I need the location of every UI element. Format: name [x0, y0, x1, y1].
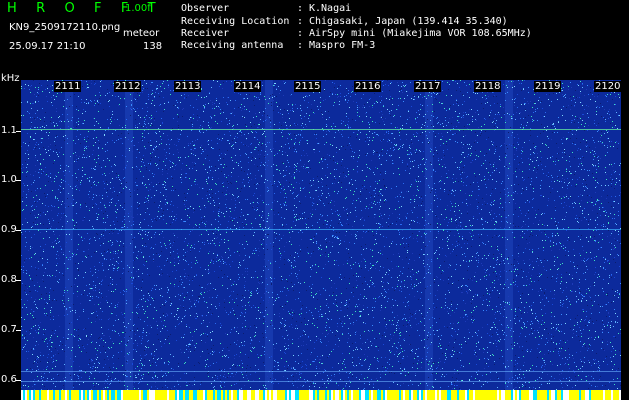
timestamp: 25.09.17 21:10: [9, 41, 86, 52]
y-tick-label: 1.1: [1, 125, 17, 136]
signal-strength-bar: [21, 390, 621, 400]
info-value-observer: K.Nagai: [309, 3, 352, 14]
info-separator: :: [297, 16, 304, 27]
carrier-line: [21, 229, 621, 230]
meteor-label: meteor: [123, 28, 160, 39]
spectrogram-plot: [21, 80, 621, 390]
y-tick-mark: [16, 330, 21, 331]
x-tick-label: 2112: [114, 81, 142, 92]
x-tick-label: 2113: [174, 81, 202, 92]
reference-line: [21, 381, 621, 382]
info-value-antenna: Maspro FM-3: [309, 40, 376, 51]
meteor-count: 138: [143, 41, 163, 52]
spectrogram-noise: [21, 80, 621, 390]
y-tick-mark: [16, 230, 21, 231]
y-tick-label: 0.8: [1, 274, 17, 285]
x-tick-label: 2115: [294, 81, 322, 92]
info-key-receiver: Receiver: [181, 28, 230, 39]
y-tick-label: 0.9: [1, 224, 17, 235]
info-value-location: Chigasaki, Japan (139.414 35.340): [309, 16, 508, 27]
info-value-receiver: AirSpy mini (Miakejima VOR 108.65MHz): [309, 28, 532, 39]
y-tick-mark: [16, 180, 21, 181]
info-key-antenna: Receiving antenna: [181, 40, 284, 51]
info-key-location: Receiving Location: [181, 16, 290, 27]
version-label: 1.00f: [125, 3, 151, 14]
info-key-observer: Observer: [181, 3, 230, 14]
y-axis-unit: kHz: [1, 73, 20, 84]
x-tick-label: 2118: [474, 81, 502, 92]
x-tick-label: 2120: [594, 81, 622, 92]
info-separator: :: [297, 3, 304, 14]
x-tick-label: 2117: [414, 81, 442, 92]
y-tick-label: 0.7: [1, 324, 17, 335]
y-tick-mark: [16, 131, 21, 132]
info-separator: :: [297, 40, 304, 51]
reference-line: [21, 371, 621, 372]
y-tick-mark: [16, 280, 21, 281]
y-tick-label: 0.6: [1, 374, 17, 385]
y-tick-label: 1.0: [1, 174, 17, 185]
x-tick-label: 2119: [534, 81, 562, 92]
file-name: KN9_2509172110.png: [9, 22, 121, 33]
info-separator: :: [297, 28, 304, 39]
x-tick-label: 2111: [54, 81, 82, 92]
y-tick-mark: [16, 380, 21, 381]
x-tick-label: 2116: [354, 81, 382, 92]
x-tick-label: 2114: [234, 81, 262, 92]
carrier-line: [21, 129, 621, 130]
